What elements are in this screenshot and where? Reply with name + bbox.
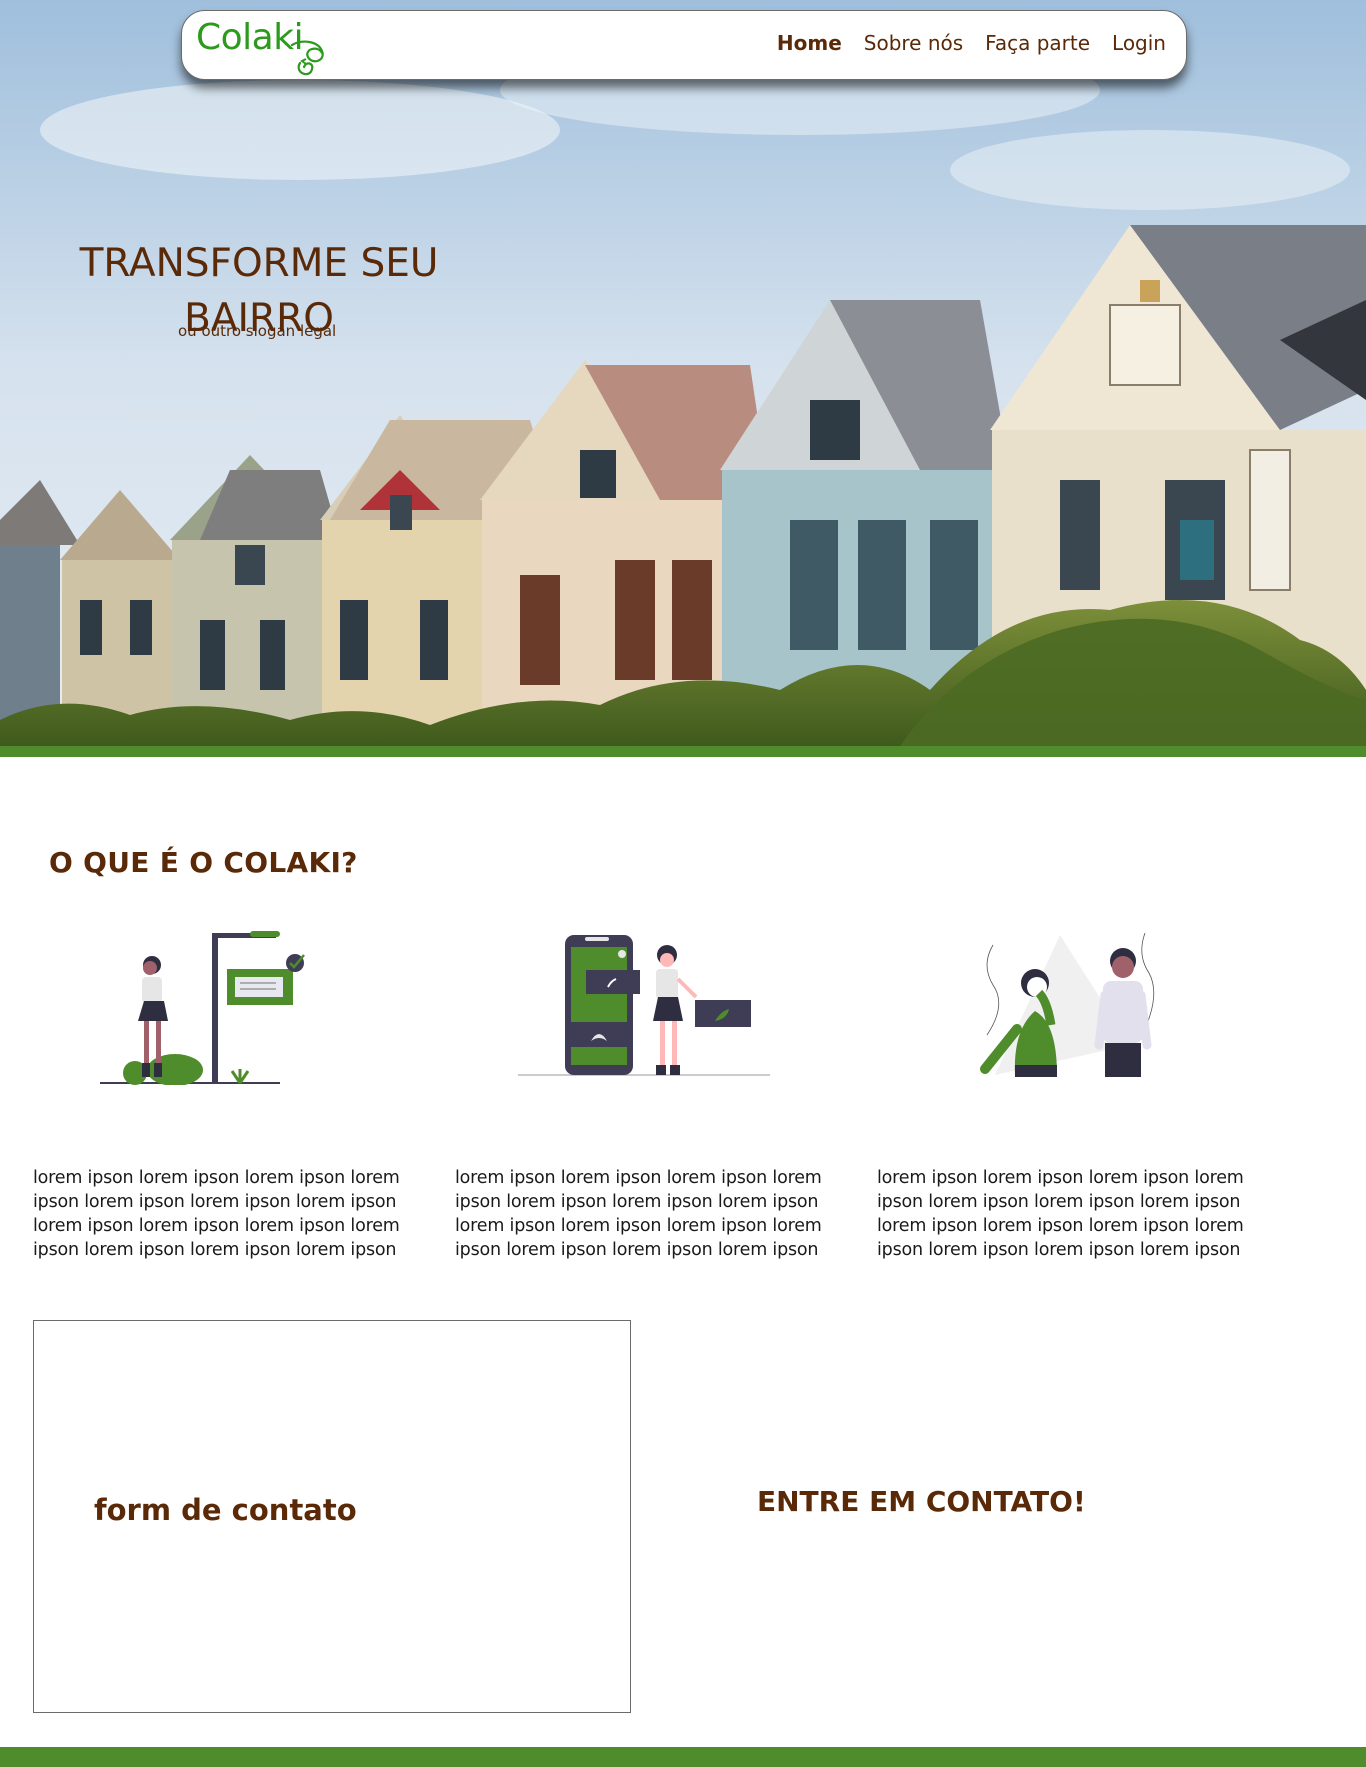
nav-login-link[interactable]: Login bbox=[1112, 31, 1166, 55]
top-navbar: Colaki Home Sobre nós Faça parte Login bbox=[181, 10, 1187, 80]
logo-loop-icon bbox=[290, 40, 324, 76]
page: Colaki Home Sobre nós Faça parte Login T… bbox=[0, 0, 1366, 1767]
two-people-waving-illustration bbox=[965, 925, 1245, 1085]
colaki-logo[interactable]: Colaki bbox=[196, 13, 336, 76]
woman-at-signpost-illustration bbox=[90, 925, 370, 1086]
about-section-title: O QUE É O COLAKI? bbox=[49, 846, 358, 880]
footer-bar bbox=[0, 1747, 1366, 1767]
nav-sobre-link[interactable]: Sobre nós bbox=[864, 31, 963, 55]
nav-home-link[interactable]: Home bbox=[777, 31, 842, 55]
woman-with-phone-app-illustration bbox=[515, 925, 795, 1085]
nav-links: Home Sobre nós Faça parte Login bbox=[777, 31, 1166, 55]
hero-slogan: ou outro slogan legal bbox=[178, 322, 337, 340]
feature-text: lorem ipson lorem ipson lorem ipson lore… bbox=[33, 1167, 400, 1260]
feature-text: lorem ipson lorem ipson lorem ipson lore… bbox=[455, 1167, 822, 1260]
hero-image bbox=[0, 0, 1366, 746]
feature-text: lorem ipson lorem ipson lorem ipson lore… bbox=[877, 1167, 1244, 1260]
contact-form-label: form de contato bbox=[94, 1493, 357, 1527]
contact-form-placeholder[interactable]: form de contato bbox=[33, 1320, 631, 1713]
nav-faca-parte-link[interactable]: Faça parte bbox=[985, 31, 1090, 55]
hero-section: Colaki Home Sobre nós Faça parte Login T… bbox=[0, 0, 1366, 746]
contact-cta-heading: ENTRE EM CONTATO! bbox=[757, 1485, 1086, 1518]
hero-divider bbox=[0, 746, 1366, 757]
